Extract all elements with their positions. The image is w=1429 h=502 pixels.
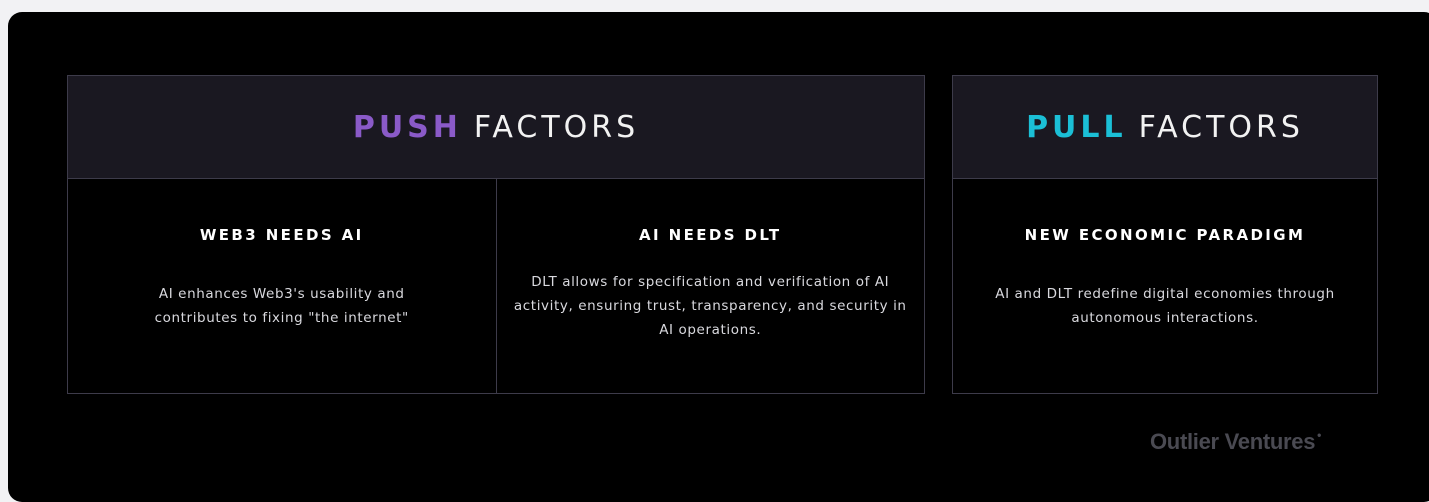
pull-factors-panel: PULL FACTORS NEW ECONOMIC PARADIGM AI an… xyxy=(952,75,1378,394)
column-title: NEW ECONOMIC PARADIGM xyxy=(1024,226,1306,244)
column-body: DLT allows for specification and verific… xyxy=(513,274,907,338)
brand-dot-icon: • xyxy=(1317,428,1322,442)
push-accent-word: PUSH xyxy=(352,109,462,145)
column-body: AI and DLT redefine digital economies th… xyxy=(995,286,1335,326)
column-body: AI enhances Web3's usability and contrib… xyxy=(154,286,409,326)
ai-needs-dlt-column: AI NEEDS DLT DLT allows for specificatio… xyxy=(495,179,925,393)
column-title: AI NEEDS DLT xyxy=(639,226,782,244)
new-economic-paradigm-column: NEW ECONOMIC PARADIGM AI and DLT redefin… xyxy=(953,179,1377,393)
column-title: WEB3 NEEDS AI xyxy=(199,226,364,244)
push-columns: WEB3 NEEDS AI AI enhances Web3's usabili… xyxy=(68,179,924,393)
pull-accent-word: PULL xyxy=(1026,109,1127,145)
web3-needs-ai-column: WEB3 NEEDS AI AI enhances Web3's usabili… xyxy=(68,179,496,393)
push-header-rest: FACTORS xyxy=(473,109,640,145)
push-factors-panel: PUSH FACTORS WEB3 NEEDS AI AI enhances W… xyxy=(67,75,925,394)
pull-factors-header: PULL FACTORS xyxy=(953,76,1377,179)
outlier-ventures-logo: Outlier Ventures • xyxy=(1150,428,1321,455)
brand-name: Outlier Ventures xyxy=(1150,429,1316,454)
push-factors-header: PUSH FACTORS xyxy=(68,76,924,179)
pull-columns: NEW ECONOMIC PARADIGM AI and DLT redefin… xyxy=(953,179,1377,393)
pull-header-rest: FACTORS xyxy=(1138,109,1304,145)
